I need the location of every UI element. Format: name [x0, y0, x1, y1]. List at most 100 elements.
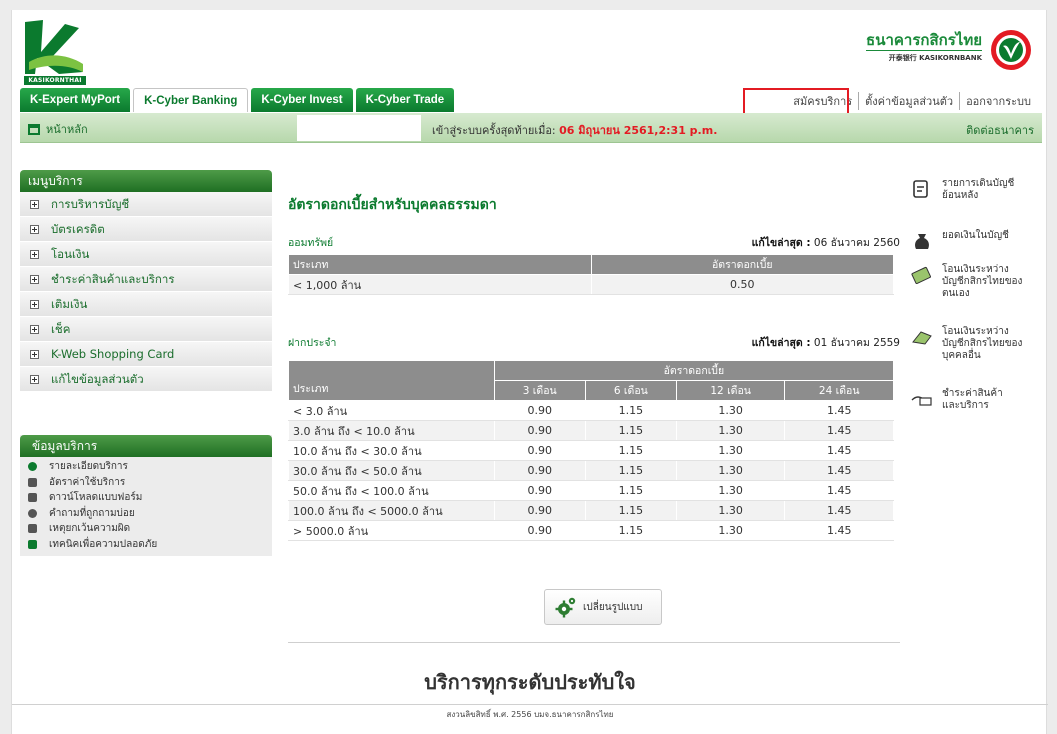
change-layout-label: เปลี่ยนรูปแบบ	[583, 601, 643, 613]
tab-k-cyber-banking[interactable]: K-Cyber Banking	[133, 88, 249, 112]
bank-name-thai: ธนาคารกสิกรไทย	[866, 31, 982, 51]
table-cell: 1.45	[784, 400, 894, 421]
info-item-service-details[interactable]: รายละเอียดบริการ	[20, 459, 272, 475]
updated-value: 06 ธันวาคม 2560	[813, 237, 900, 249]
contact-bank-link[interactable]: ติดต่อธนาคาร	[966, 121, 1034, 139]
table-cell: 1.30	[675, 480, 786, 501]
menu-item-bill-payment[interactable]: ชำระค่าสินค้าและบริการ	[20, 267, 272, 292]
bar-blank-segment	[297, 115, 421, 141]
table-row: 100.0 ล้าน ถึง < 5000.0 ล้าน 0.90 1.15 1.30…	[288, 500, 894, 521]
menu-item-top-up[interactable]: เติมเงิน	[20, 292, 272, 317]
bill-payment-icon	[911, 396, 932, 406]
info-item-faq[interactable]: คำถามที่ถูกถามบ่อย	[20, 506, 272, 522]
quick-link-statement[interactable]: รายการเดินบัญชีย้อนหลัง	[910, 178, 1022, 202]
menu-item-cheque[interactable]: เช็ค	[20, 317, 272, 342]
expand-icon	[30, 299, 39, 309]
info-item-label: เหตุยกเว้นความผิด	[49, 523, 131, 534]
column-header: อัตราดอกเบี้ย	[590, 254, 894, 275]
last-login-label: เข้าสู่ระบบครั้งสุดท้ายเมื่อ:	[432, 124, 556, 137]
table-cell: 1.30	[675, 500, 786, 521]
table-cell: 1.45	[784, 520, 894, 541]
table-row: 30.0 ล้าน ถึง < 50.0 ล้าน 0.90 1.15 1.30 1.4…	[288, 460, 894, 481]
service-menu: เมนูบริการ การบริหารบัญชี บัตรเครดิต โอน…	[20, 170, 272, 392]
table-cell: 1.15	[584, 500, 677, 521]
footer-divider	[12, 704, 1048, 705]
disclaimer-icon	[28, 524, 37, 534]
info-item-security-tips[interactable]: เทคนิคเพื่อความปลอดภัย	[20, 537, 272, 553]
content-divider	[288, 642, 900, 643]
logout-link[interactable]: ออกจากระบบ	[960, 92, 1037, 110]
home-label: หน้าหลัก	[46, 123, 88, 136]
quick-link-label: ชำระค่าสินค้าและบริการ	[942, 388, 1003, 411]
tab-k-expert-myport[interactable]: K-Expert MyPort	[20, 88, 131, 112]
menu-item-label: แก้ไขข้อมูลส่วนตัว	[51, 371, 144, 386]
fixed-section-header: ฝากประจำ แก้ไขล่าสุด : 01 ธันวาคม 2559	[288, 334, 900, 351]
page-title: อัตราดอกเบี้ยสำหรับบุคคลธรรมดา	[288, 197, 497, 213]
table-row: < 1,000 ล้าน 0.50	[288, 274, 894, 295]
table-cell: > 5000.0 ล้าน	[288, 520, 495, 541]
kasikorn-logo[interactable]: KASIKORNTHAI	[19, 18, 87, 85]
quick-link-label: โอนเงินระหว่างบัญชีกสิกรไทยของตนเอง	[942, 264, 1023, 299]
menu-item-account-management[interactable]: การบริหารบัญชี	[20, 192, 272, 217]
home-link[interactable]: หน้าหลัก	[28, 120, 88, 138]
info-item-disclaimer[interactable]: เหตุยกเว้นความผิด	[20, 521, 272, 537]
updated-label: แก้ไขล่าสุด :	[751, 337, 811, 349]
table-cell: 1.45	[784, 480, 894, 501]
menu-item-credit-card[interactable]: บัตรเครดิต	[20, 217, 272, 242]
info-item-download-forms[interactable]: ดาวน์โหลดแบบฟอร์ม	[20, 490, 272, 506]
quick-link-bill-payment[interactable]: ชำระค่าสินค้าและบริการ	[910, 388, 1012, 412]
updated-label: แก้ไขล่าสุด :	[751, 237, 811, 249]
info-item-label: ดาวน์โหลดแบบฟอร์ม	[49, 492, 143, 503]
updated-value: 01 ธันวาคม 2559	[813, 337, 900, 349]
quick-link-balance[interactable]: ยอดเงินในบัญชี	[910, 230, 1009, 252]
change-layout-button[interactable]: เปลี่ยนรูปแบบ	[544, 589, 662, 625]
home-icon	[28, 123, 40, 135]
transfer-other-icon	[912, 331, 932, 345]
tab-k-cyber-invest[interactable]: K-Cyber Invest	[251, 88, 353, 112]
table-cell: 0.90	[493, 500, 586, 521]
footer-copyright: สงวนลิขสิทธิ์ พ.ศ. 2556 บมจ.ธนาคารกสิกรไ…	[446, 710, 614, 719]
quick-link-transfer-other[interactable]: โอนเงินระหว่างบัญชีกสิกรไทยของบุคคลอื่น	[910, 326, 1026, 362]
table-cell: 0.90	[493, 520, 586, 541]
table-cell: 1.30	[675, 460, 786, 481]
table-cell: 1.15	[584, 460, 677, 481]
table-cell: 1.30	[675, 420, 786, 441]
menu-item-transfer[interactable]: โอนเงิน	[20, 242, 272, 267]
menu-item-label: ชำระค่าสินค้าและบริการ	[51, 271, 175, 286]
info-item-label: อัตราค่าใช้บริการ	[49, 476, 126, 488]
table-cell: 1.45	[784, 420, 894, 441]
info-item-label: รายละเอียดบริการ	[49, 461, 128, 472]
settings-link[interactable]: ตั้งค่าข้อมูลส่วนตัว	[859, 92, 961, 110]
menu-item-label: โอนเงิน	[51, 246, 90, 261]
statement-icon	[913, 180, 928, 198]
table-cell: < 1,000 ล้าน	[288, 274, 592, 295]
column-header: ประเภท	[288, 254, 592, 275]
expand-icon	[30, 349, 39, 359]
expand-icon	[30, 199, 39, 209]
table-cell: 10.0 ล้าน ถึง < 30.0 ล้าน	[288, 440, 495, 461]
table-cell: 1.15	[584, 520, 677, 541]
service-menu-title: เมนูบริการ	[20, 170, 272, 192]
star-icon	[28, 462, 37, 472]
quick-link-transfer-own[interactable]: โอนเงินระหว่างบัญชีกสิกรไทยของตนเอง	[910, 264, 1026, 300]
menu-item-k-web-shopping-card[interactable]: K-Web Shopping Card	[20, 342, 272, 367]
table-cell: 3.0 ล้าน ถึง < 10.0 ล้าน	[288, 420, 495, 441]
savings-updated: แก้ไขล่าสุด : 06 ธันวาคม 2560	[752, 234, 900, 251]
service-info: ข้อมูลบริการ รายละเอียดบริการ อัตราค่าใช…	[20, 435, 272, 556]
k-logo-icon	[25, 20, 83, 74]
info-item-service-fees[interactable]: อัตราค่าใช้บริการ	[20, 475, 272, 491]
menu-item-label: K-Web Shopping Card	[51, 346, 175, 361]
footer-tagline: บริการทุกระดับประทับใจ	[424, 670, 636, 694]
status-bar: หน้าหลัก เข้าสู่ระบบครั้งสุดท้ายเมื่อ: 0…	[20, 113, 1042, 143]
logo-caption: KASIKORNTHAI	[24, 76, 86, 85]
info-item-label: คำถามที่ถูกถามบ่อย	[49, 507, 135, 519]
table-row: < 3.0 ล้าน 0.90 1.15 1.30 1.45	[288, 400, 894, 421]
savings-rate-table: ประเภท อัตราดอกเบี้ย < 1,000 ล้าน 0.50	[288, 254, 894, 295]
transfer-own-icon	[911, 266, 931, 284]
last-login-value: 06 มิถุนายน 2561,2:31 p.m.	[559, 124, 718, 137]
tab-k-cyber-trade[interactable]: K-Cyber Trade	[355, 88, 455, 112]
last-login: เข้าสู่ระบบครั้งสุดท้ายเมื่อ: 06 มิถุนาย…	[432, 121, 717, 139]
table-cell: 1.15	[584, 440, 677, 461]
savings-section-header: ออมทรัพย์ แก้ไขล่าสุด : 06 ธันวาคม 2560	[288, 234, 900, 251]
menu-item-edit-profile[interactable]: แก้ไขข้อมูลส่วนตัว	[20, 367, 272, 392]
